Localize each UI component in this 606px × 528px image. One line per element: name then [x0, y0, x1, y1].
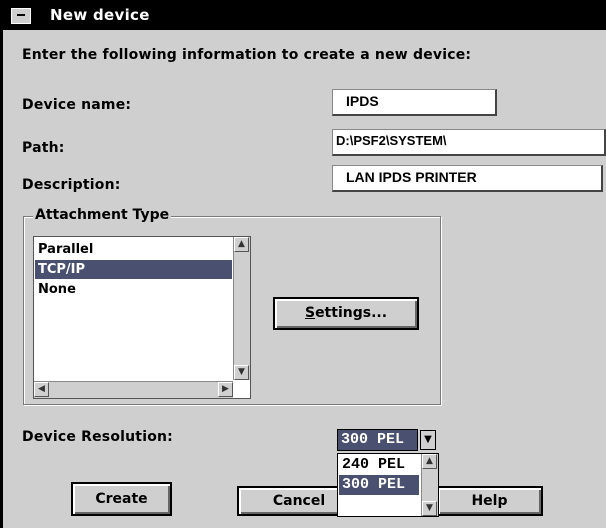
vertical-scrollbar[interactable]: ▲ ▼ [233, 237, 250, 380]
description-label: Description: [22, 177, 121, 193]
title-bar[interactable]: New device [3, 2, 606, 30]
scroll-down-icon[interactable]: ▼ [234, 365, 249, 380]
cancel-button-label: Cancel [272, 493, 326, 509]
scroll-right-icon[interactable]: ▶ [218, 382, 233, 397]
scroll-up-icon[interactable]: ▲ [234, 237, 249, 252]
attachment-type-listbox[interactable]: Parallel TCP/IP None ▲ ▼ ◀ ▶ [33, 236, 251, 399]
resolution-combobox[interactable]: 300 PEL [337, 429, 418, 451]
device-resolution-label: Device Resolution: [22, 429, 173, 445]
device-name-field[interactable]: IPDS [332, 89, 497, 116]
resolution-value: 300 PEL [341, 431, 405, 448]
create-button-label: Create [95, 491, 148, 507]
settings-button[interactable]: Settings... [273, 297, 419, 330]
horizontal-scrollbar[interactable]: ◀ ▶ [34, 381, 233, 398]
path-field[interactable]: D:\PSF2\SYSTEM\ [332, 129, 606, 156]
device-name-value: IPDS [346, 93, 379, 109]
list-item-none[interactable]: None [35, 280, 232, 299]
path-value: D:\PSF2\SYSTEM\ [336, 133, 447, 148]
dropdown-option-240[interactable]: 240 PEL [339, 455, 419, 475]
device-name-label: Device name: [22, 97, 132, 113]
dropdown-scroll-down-icon[interactable]: ▼ [422, 501, 437, 516]
path-label: Path: [22, 140, 65, 156]
window-title: New device [50, 6, 150, 24]
instructions-text: Enter the following information to creat… [22, 47, 472, 63]
scroll-left-icon[interactable]: ◀ [34, 382, 49, 397]
resolution-dropdown-list[interactable]: 240 PEL 300 PEL ▲ ▼ [337, 453, 439, 517]
dropdown-scrollbar[interactable]: ▲ ▼ [421, 454, 438, 516]
help-button-label: Help [471, 493, 508, 509]
attachment-type-label: Attachment Type [33, 207, 172, 223]
dropdown-scroll-up-icon[interactable]: ▲ [422, 454, 437, 469]
description-value: LAN IPDS PRINTER [346, 169, 477, 185]
dropdown-arrow-icon[interactable]: ▼ [420, 430, 436, 450]
list-item-parallel[interactable]: Parallel [35, 240, 232, 259]
cancel-button[interactable]: Cancel [237, 486, 345, 516]
system-menu-icon[interactable] [11, 8, 31, 24]
help-button[interactable]: Help [436, 486, 543, 516]
list-item-tcpip[interactable]: TCP/IP [35, 260, 232, 279]
create-button[interactable]: Create [71, 482, 172, 516]
settings-button-label: Settings... [304, 305, 388, 321]
description-field[interactable]: LAN IPDS PRINTER [332, 165, 603, 192]
dropdown-option-300[interactable]: 300 PEL [339, 475, 419, 495]
